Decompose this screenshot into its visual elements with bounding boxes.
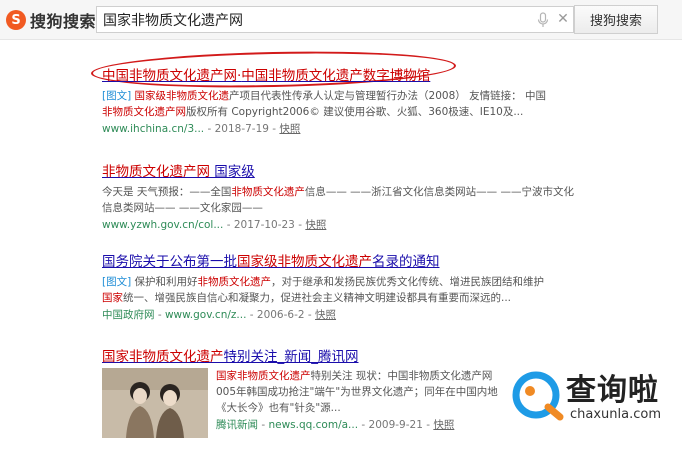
sogou-logo[interactable]: S 搜狗搜索 bbox=[6, 8, 96, 32]
search-result: 国家非物质文化遗产特别关注_新闻_腾讯网 bbox=[102, 345, 582, 365]
microphone-icon[interactable] bbox=[537, 12, 549, 28]
watermark-text: 查询啦 bbox=[566, 373, 659, 408]
result-title-link[interactable]: 国务院关于公布第一批国家级非物质文化遗产名录的通知 bbox=[102, 250, 582, 270]
search-result-body: 国家非物质文化遗产特别关注 现状：中国非物质文化遗产网 005年韩国成功抢注"端… bbox=[216, 368, 516, 432]
image-text-tag: [图文] bbox=[102, 276, 132, 288]
result-url: 腾讯新闻 - news.qq.com/a... - 2009-9-21 - 快照 bbox=[216, 419, 455, 431]
result-snippet: [图文] 保护和利用好非物质文化遗产，对于继承和发扬民族优秀文化传统、增进民族团… bbox=[102, 276, 545, 304]
search-button[interactable]: 搜狗搜索 bbox=[574, 5, 658, 34]
watermark-url: chaxunla.com bbox=[570, 407, 661, 422]
result-snippet: 今天是 天气预报：——全国非物质文化遗产信息—— ——浙江省文化信息类网站—— … bbox=[102, 186, 575, 214]
search-header: S 搜狗搜索 ✕ 搜狗搜索 bbox=[0, 0, 682, 40]
search-box: ✕ bbox=[96, 6, 574, 33]
search-input[interactable] bbox=[97, 7, 527, 32]
result-snippet: 国家非物质文化遗产特别关注 现状：中国非物质文化遗产网 005年韩国成功抢注"端… bbox=[216, 370, 498, 414]
clear-icon[interactable]: ✕ bbox=[555, 11, 571, 27]
result-url: www.yzwh.gov.cn/col... - 2017-10-23 - 快照 bbox=[102, 219, 327, 231]
result-url: www.ihchina.cn/3... - 2018-7-19 - 快照 bbox=[102, 123, 301, 135]
logo-text: 搜狗搜索 bbox=[30, 12, 97, 31]
result-snippet: [图文] 国家级非物质文化遗产项目代表性传承人认定与管理暂行办法（2008） 友… bbox=[102, 90, 546, 118]
search-result: 国务院关于公布第一批国家级非物质文化遗产名录的通知 [图文] 保护和利用好非物质… bbox=[102, 250, 582, 322]
image-text-tag: [图文] bbox=[102, 90, 132, 102]
snapshot-link[interactable]: 快照 bbox=[279, 123, 300, 135]
snapshot-link[interactable]: 快照 bbox=[305, 219, 326, 231]
result-title-link[interactable]: 中国非物质文化遗产网·中国非物质文化遗产数字博物馆 bbox=[102, 64, 582, 84]
result-url: 中国政府网 - www.gov.cn/z... - 2006-6-2 - 快照 bbox=[102, 309, 337, 321]
sogou-logo-icon: S bbox=[6, 10, 26, 30]
result-title-link[interactable]: 国家非物质文化遗产特别关注_新闻_腾讯网 bbox=[102, 345, 582, 365]
snapshot-link[interactable]: 快照 bbox=[315, 309, 336, 321]
result-title-link[interactable]: 非物质文化遗产网 国家级 bbox=[102, 160, 582, 180]
snapshot-link[interactable]: 快照 bbox=[433, 419, 454, 431]
search-result: 非物质文化遗产网 国家级 今天是 天气预报：——全国非物质文化遗产信息—— ——… bbox=[102, 160, 582, 232]
chaxunla-logo-icon bbox=[512, 371, 564, 421]
search-result: 中国非物质文化遗产网·中国非物质文化遗产数字博物馆 [图文] 国家级非物质文化遗… bbox=[102, 64, 582, 136]
chaxunla-watermark: 查询啦 chaxunla.com bbox=[504, 363, 682, 433]
thumbnail-photo bbox=[102, 368, 208, 438]
result-thumbnail[interactable] bbox=[102, 368, 208, 438]
